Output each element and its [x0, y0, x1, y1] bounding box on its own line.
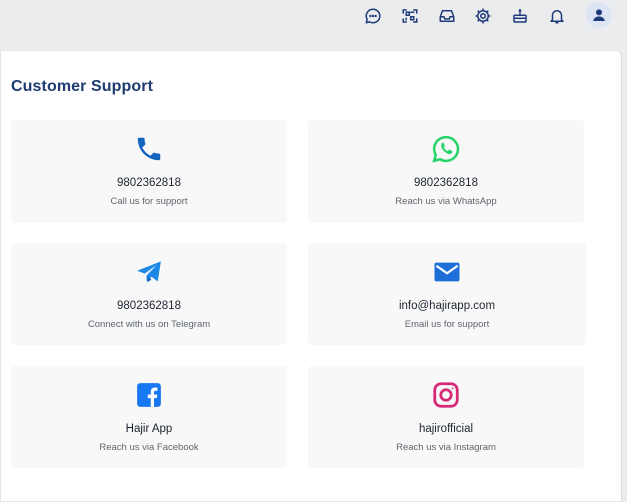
contact-card-email[interactable]: info@hajirapp.com Email us for support	[308, 243, 586, 345]
contact-caption: Reach us via Facebook	[99, 442, 199, 453]
contact-value: 9802362818	[414, 177, 478, 189]
inbox-icon[interactable]	[435, 4, 459, 28]
cake-icon[interactable]	[508, 4, 532, 28]
contact-value: Hajir App	[125, 423, 173, 435]
instagram-icon	[431, 380, 461, 410]
contact-card-telegram[interactable]: 9802362818 Connect with us on Telegram	[11, 243, 287, 345]
qr-scan-icon[interactable]	[398, 4, 422, 28]
top-bar	[0, 0, 627, 38]
chat-icon[interactable]	[361, 4, 385, 28]
contact-card-whatsapp[interactable]: 9802362818 Reach us via WhatsApp	[308, 120, 584, 223]
whatsapp-icon	[431, 134, 461, 164]
contact-caption: Reach us via WhatsApp	[395, 196, 497, 207]
telegram-icon	[134, 257, 164, 287]
user-avatar-button[interactable]	[586, 2, 612, 28]
contact-caption: Call us for support	[110, 196, 188, 207]
mail-icon	[432, 257, 462, 287]
contact-caption: Email us for support	[404, 319, 490, 330]
contact-value: hajirofficial	[418, 423, 474, 435]
gear-icon[interactable]	[471, 4, 495, 28]
contact-value: 9802362818	[117, 177, 181, 189]
contact-value: info@hajirapp.com	[398, 300, 496, 312]
page-title: Customer Support	[11, 78, 154, 95]
contact-caption: Connect with us on Telegram	[87, 319, 211, 330]
contact-caption: Reach us via Instagram	[396, 442, 496, 453]
phone-icon	[134, 134, 164, 164]
contact-card-facebook[interactable]: Hajir App Reach us via Facebook	[11, 366, 287, 468]
bell-icon[interactable]	[545, 4, 569, 28]
contact-card-phone[interactable]: 9802362818 Call us for support	[11, 120, 287, 223]
facebook-icon	[134, 380, 164, 410]
contact-card-instagram[interactable]: hajirofficial Reach us via Instagram	[308, 366, 584, 468]
user-icon	[593, 9, 605, 21]
contact-value: 9802362818	[117, 300, 181, 312]
